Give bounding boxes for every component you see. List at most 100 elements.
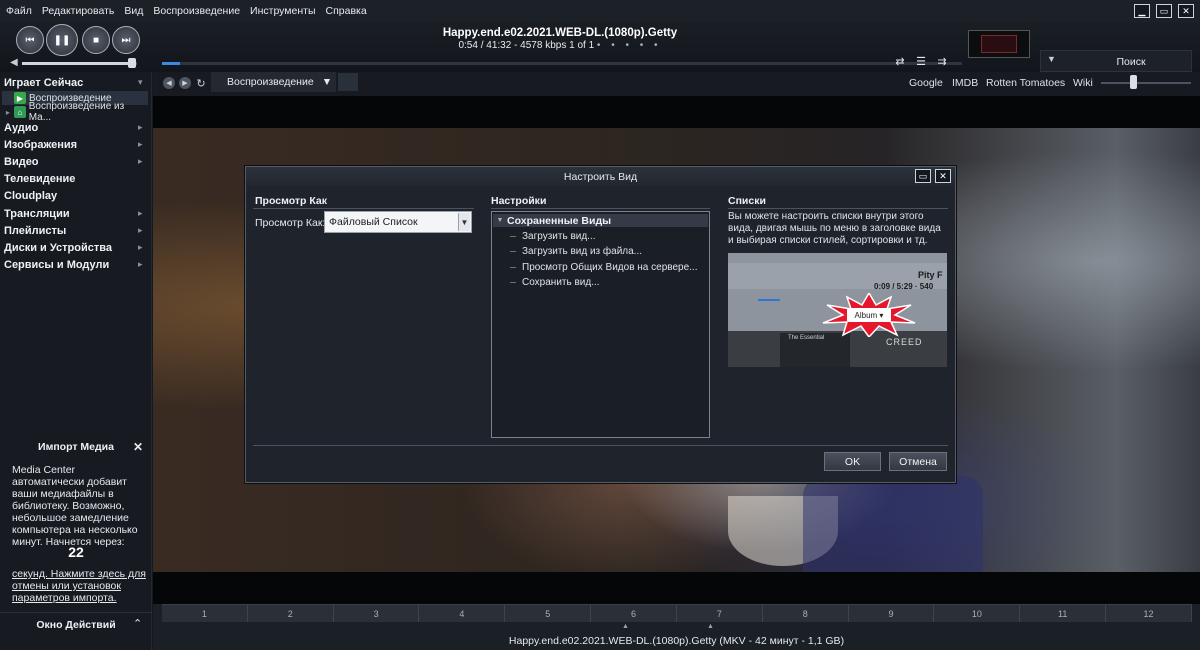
tree-item-label: Загрузить вид... [522,231,596,242]
pause-icon[interactable]: ❚❚ [46,24,78,56]
chevron-right-icon[interactable]: ▸ [138,208,143,219]
seek-progress [162,62,180,65]
zoom-knob[interactable] [1129,75,1137,89]
volume-knob[interactable] [128,58,136,68]
tree-item-load-view[interactable]: Загрузить вид... [510,231,596,242]
play-icon: ▶ [14,92,26,104]
link-rotten-tomatoes[interactable]: Rotten Tomatoes [986,77,1065,89]
tree-item-label: Загрузить вид из файла... [522,246,643,257]
sidebar-item-services[interactable]: Сервисы и Модули [4,259,109,271]
stop-icon[interactable]: ■ [82,26,110,54]
sidebar-item-playback-from[interactable]: ▸ ⌂ Воспроизведение из Ма... [2,101,148,123]
maximize-icon[interactable]: ▭ [1156,4,1172,18]
sidebar-item-streams[interactable]: Трансляции [4,208,70,220]
menu-file[interactable]: Файл [6,5,32,17]
import-settings-link[interactable]: секунд. Нажмите здесь для отмены или уст… [12,568,147,604]
chevron-down-icon[interactable]: ▼ [1047,54,1056,64]
continuous-icon[interactable]: ⇉ [935,56,949,68]
expand-icon[interactable]: ▸ [2,108,14,117]
menu-playback[interactable]: Воспроизведение [153,5,240,17]
settings-tree[interactable]: ▼ Сохраненные Виды Загрузить вид... Загр… [491,211,710,438]
rating-dots[interactable]: • • • • • [597,40,662,51]
home-icon: ⌂ [13,106,26,118]
chapter-marker[interactable]: 2 [247,605,334,622]
chapter-marker[interactable]: 8 [762,605,849,622]
sidebar-item-playlists[interactable]: Плейлисты [4,225,66,237]
chevron-right-icon[interactable]: ▸ [138,259,143,270]
chevron-up-icon[interactable]: ⌃ [133,617,142,630]
chevron-right-icon[interactable]: ▸ [138,139,143,150]
menu-tools[interactable]: Инструменты [250,5,315,17]
chevron-up-icon: ▲ [707,623,714,630]
view-dropdown[interactable]: Воспроизведение ▼ [211,72,336,92]
menu-edit[interactable]: Редактировать [42,5,115,17]
chapter-marker[interactable]: 1 [162,605,248,622]
sidebar-now-playing[interactable]: Играет Сейчас [4,77,83,89]
repeat-icon[interactable]: ☰ [914,56,928,68]
tree-item-save-view[interactable]: Сохранить вид... [510,277,600,288]
forward-icon[interactable]: ▶ [179,77,191,89]
menu-help[interactable]: Справка [326,5,367,17]
cover-art-thumbnail[interactable] [968,30,1030,58]
close-icon[interactable]: ✕ [133,440,143,454]
preview-artist: Pity F [918,270,943,280]
next-icon[interactable]: ⏭ [112,26,140,54]
chapter-marker[interactable]: 5 [505,605,592,622]
zoom-slider[interactable] [1101,82,1191,84]
view-options-button[interactable] [338,73,358,91]
sidebar-item-audio[interactable]: Аудио [4,122,38,134]
seek-bar[interactable] [162,62,962,65]
view-as-label: Просмотр Как: [255,217,326,229]
sidebar-item-tv[interactable]: Телевидение [4,173,75,185]
chevron-right-icon[interactable]: ▸ [138,156,143,167]
tree-item-shared-views[interactable]: Просмотр Общих Видов на сервере... [510,262,698,273]
link-google[interactable]: Google [909,77,943,89]
chapter-marker[interactable]: 10 [934,605,1021,622]
chevron-right-icon[interactable]: ▸ [138,122,143,133]
chapter-marker[interactable]: 9 [848,605,935,622]
shuffle-icon[interactable]: ⇄ [893,56,907,68]
tree-item-load-view-file[interactable]: Загрузить вид из файла... [510,246,642,257]
tree-group-label: Сохраненные Виды [507,214,612,227]
sidebar-item-images[interactable]: Изображения [4,139,77,151]
tree-group-saved-views[interactable]: ▼ Сохраненные Виды [493,214,708,227]
maximize-icon[interactable]: ▭ [915,169,931,183]
cancel-button[interactable]: Отмена [889,452,947,471]
search-input[interactable]: Поиск [1081,56,1181,68]
chevron-down-icon[interactable]: ▾ [138,77,143,88]
ok-button[interactable]: OK [824,452,881,471]
chevron-right-icon[interactable]: ▸ [138,225,143,236]
preview-album-badge: Album ▾ [855,311,884,320]
sidebar-item-video[interactable]: Видео [4,156,39,168]
chapter-marker[interactable]: 6 [591,605,677,622]
sidebar-item-drives[interactable]: Диски и Устройства [4,242,112,254]
view-dropdown-label: Воспроизведение [227,76,314,88]
close-icon[interactable]: ✕ [935,169,951,183]
chapter-marker[interactable]: 3 [333,605,420,622]
view-as-select[interactable]: Файловый Список ▼ [324,211,472,233]
action-window-bar[interactable]: Окно Действий ⌃ [0,612,152,634]
previous-icon[interactable]: ⏮ [16,26,44,54]
chapter-marker[interactable]: 12 [1106,605,1192,622]
back-icon[interactable]: ◀ [163,77,175,89]
chevron-right-icon[interactable]: ▸ [138,242,143,253]
search-box[interactable]: ▼ Поиск [1040,50,1192,72]
sidebar-item-cloudplay[interactable]: Cloudplay [4,190,57,202]
link-imdb[interactable]: IMDB [952,77,978,89]
volume-slider[interactable] [22,62,137,65]
chapter-marker[interactable]: 11 [1020,605,1107,622]
chapter-marker[interactable]: 7 [676,605,763,622]
menu-view[interactable]: Вид [124,5,143,17]
chevron-down-icon[interactable]: ▼ [458,213,470,231]
minimize-icon[interactable]: ▁ [1134,4,1150,18]
chapter-bar[interactable]: 1 2 3 4 5 6 7 8 9 10 11 12 [162,604,1192,622]
refresh-icon[interactable]: ↻ [195,77,207,90]
close-icon[interactable]: ✕ [1178,4,1194,18]
volume-icon[interactable]: ◀ [10,57,18,68]
dialog-titlebar[interactable]: Настроить Вид ▭ ✕ [246,167,955,186]
collapse-icon[interactable]: ▼ [493,217,507,224]
chapter-marker[interactable]: 4 [419,605,506,622]
divider [253,208,474,209]
now-playing-info: 0:54 / 41:32 - 4578 kbps 1 of 1 • • • • … [458,40,662,51]
link-wiki[interactable]: Wiki [1073,77,1093,89]
